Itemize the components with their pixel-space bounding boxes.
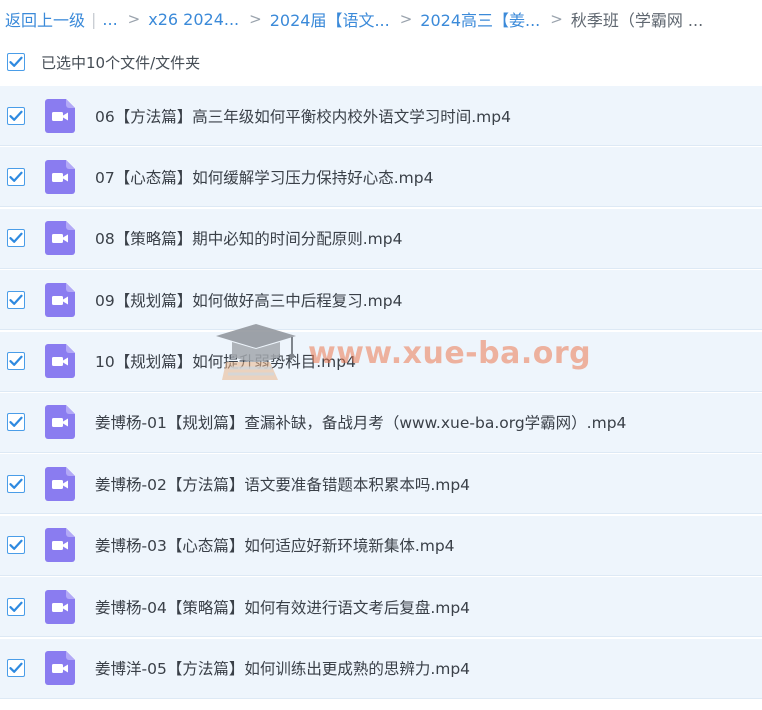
file-checkbox[interactable]	[7, 229, 25, 248]
file-checkbox[interactable]	[7, 413, 25, 432]
check-icon	[9, 478, 23, 489]
breadcrumb-divider: |	[91, 9, 97, 29]
breadcrumb-separator: >	[550, 10, 563, 28]
file-checkbox[interactable]	[7, 290, 25, 309]
file-checkbox[interactable]	[7, 536, 25, 555]
file-row[interactable]: 姜博洋-05【方法篇】如何训练出更成熟的思辨力.mp4	[0, 638, 762, 699]
video-file-icon	[45, 528, 75, 563]
video-file-icon	[45, 589, 75, 624]
video-file-icon	[45, 405, 75, 440]
file-row[interactable]: 06【方法篇】高三年级如何平衡校内校外语文学习时间.mp4	[0, 86, 762, 146]
file-name[interactable]: 06【方法篇】高三年级如何平衡校内校外语文学习时间.mp4	[95, 105, 511, 127]
breadcrumb-item-3[interactable]: 2024高三【姜...	[420, 7, 540, 31]
video-file-icon	[45, 344, 75, 379]
file-name[interactable]: 姜博洋-05【方法篇】如何训练出更成熟的思辨力.mp4	[95, 657, 470, 679]
video-file-icon	[45, 282, 75, 317]
file-browser-page: 返回上一级 | ... > x26 2024... > 2024届【语文... …	[0, 0, 762, 710]
check-icon	[9, 232, 23, 244]
file-checkbox[interactable]	[7, 167, 25, 186]
back-link[interactable]: 返回上一级	[5, 7, 85, 31]
file-name[interactable]: 09【规划篇】如何做好高三中后程复习.mp4	[95, 289, 402, 311]
file-name[interactable]: 08【策略篇】期中必知的时间分配原则.mp4	[95, 227, 402, 249]
breadcrumb: 返回上一级 | ... > x26 2024... > 2024届【语文... …	[0, 0, 762, 38]
video-file-icon	[45, 98, 75, 133]
check-icon	[9, 171, 23, 182]
check-icon	[9, 601, 23, 612]
file-checkbox[interactable]	[7, 659, 25, 678]
file-row[interactable]: 姜博杨-02【方法篇】语文要准备错题本积累本吗.mp4	[0, 454, 762, 515]
selection-count-label: 已选中10个文件/文件夹	[41, 53, 201, 72]
check-icon	[9, 662, 23, 673]
file-row[interactable]: 09【规划篇】如何做好高三中后程复习.mp4	[0, 270, 762, 331]
file-row[interactable]: 07【心态篇】如何缓解学习压力保持好心态.mp4	[0, 147, 762, 208]
select-all-checkbox[interactable]	[7, 53, 25, 71]
file-checkbox[interactable]	[7, 474, 25, 493]
check-icon	[9, 56, 23, 67]
breadcrumb-separator: >	[399, 10, 413, 28]
file-name[interactable]: 07【心态篇】如何缓解学习压力保持好心态.mp4	[95, 166, 433, 188]
breadcrumb-ellipsis[interactable]: ...	[102, 10, 117, 29]
file-name[interactable]: 姜博杨-04【策略篇】如何有效进行语文考后复盘.mp4	[95, 596, 470, 618]
file-checkbox[interactable]	[7, 597, 25, 616]
check-icon	[9, 417, 23, 428]
breadcrumb-current: 秋季班（学霸网 ...	[570, 11, 704, 30]
breadcrumb-item-2[interactable]: 2024届【语文...	[270, 7, 390, 31]
breadcrumb-separator: >	[249, 10, 262, 28]
check-icon	[9, 355, 23, 366]
file-name[interactable]: 10【规划篇】如何提升弱势科目.mp4	[95, 350, 356, 372]
file-row[interactable]: 姜博杨-03【心态篇】如何适应好新环境新集体.mp4	[0, 515, 762, 576]
video-file-icon	[45, 221, 75, 256]
file-name[interactable]: 姜博杨-03【心态篇】如何适应好新环境新集体.mp4	[95, 534, 455, 556]
check-icon	[9, 110, 23, 121]
file-row[interactable]: 姜博杨-01【规划篇】查漏补缺，备战月考（www.xue-ba.org学霸网）.…	[0, 392, 762, 453]
file-checkbox[interactable]	[7, 352, 25, 371]
selection-header: 已选中10个文件/文件夹	[0, 40, 762, 84]
file-name[interactable]: 姜博杨-02【方法篇】语文要准备错题本积累本吗.mp4	[95, 473, 470, 495]
video-file-icon	[45, 651, 75, 686]
file-name[interactable]: 姜博杨-01【规划篇】查漏补缺，备战月考（www.xue-ba.org学霸网）.…	[95, 411, 626, 433]
breadcrumb-item-1[interactable]: x26 2024...	[148, 10, 239, 29]
file-list: 06【方法篇】高三年级如何平衡校内校外语文学习时间.mp4 07【心态篇】如何缓…	[0, 86, 762, 700]
file-checkbox[interactable]	[7, 106, 25, 125]
video-file-icon	[45, 159, 75, 194]
check-icon	[9, 294, 23, 305]
file-row[interactable]: 10【规划篇】如何提升弱势科目.mp4	[0, 331, 762, 392]
breadcrumb-separator: >	[127, 10, 141, 28]
check-icon	[9, 539, 23, 551]
video-file-icon	[45, 466, 75, 501]
file-row[interactable]: 08【策略篇】期中必知的时间分配原则.mp4	[0, 208, 762, 269]
file-row[interactable]: 姜博杨-04【策略篇】如何有效进行语文考后复盘.mp4	[0, 577, 762, 638]
